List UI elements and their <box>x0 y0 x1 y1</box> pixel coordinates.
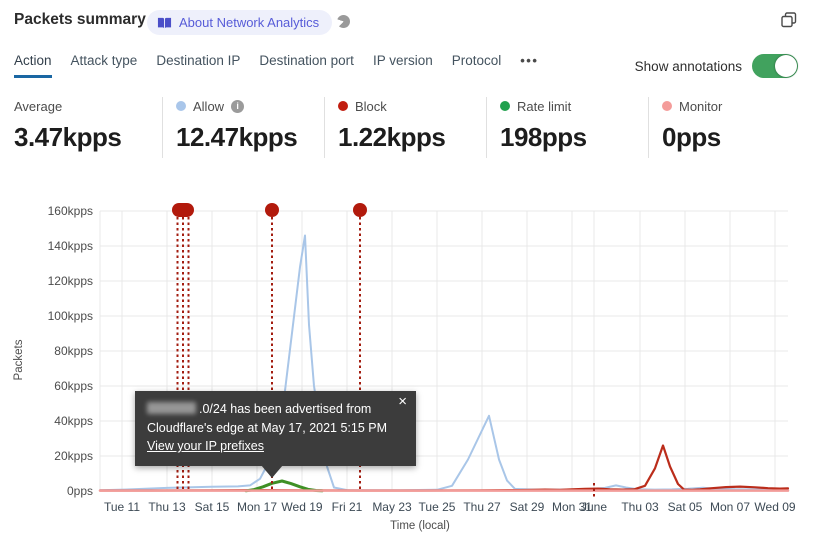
stat-label: Monitor <box>679 98 723 114</box>
rate-limit-legend-dot-icon <box>500 101 510 111</box>
popout-icon[interactable] <box>781 12 797 28</box>
allow-legend-dot-icon <box>176 101 186 111</box>
x-axis-title: Time (local) <box>390 520 450 532</box>
stat-value: 12.47kpps <box>176 122 298 152</box>
x-tick-label: Sat 29 <box>510 500 545 514</box>
x-tick-label: Wed 19 <box>281 500 322 514</box>
x-tick-label: June <box>581 500 607 514</box>
x-tick-label: Sat 05 <box>668 500 703 514</box>
block-legend-dot-icon <box>338 101 348 111</box>
annotation-marker-dot[interactable] <box>353 203 367 217</box>
stat-divider <box>486 97 487 158</box>
y-tick-label: 60kpps <box>54 379 93 393</box>
tooltip-caret <box>261 464 283 478</box>
x-tick-label: Wed 09 <box>754 500 795 514</box>
stat-label: Block <box>355 98 387 114</box>
packets-chart[interactable]: 0pps 20kpps 40kpps 60kpps 80kpps 100kpps 120kp… <box>0 190 816 545</box>
y-axis-title: Packets <box>13 339 25 380</box>
stat-value: 198pps <box>500 122 587 152</box>
show-annotations-control: Show annotations <box>635 54 798 78</box>
book-icon <box>157 17 172 28</box>
page-title: Packets summary <box>14 11 146 28</box>
y-tick-label: 100kpps <box>48 309 93 323</box>
x-tick-label: Mon 17 <box>237 500 277 514</box>
tab-bar: Action Attack type Destination IP Destinati… <box>14 53 538 78</box>
tab-action[interactable]: Action <box>14 53 52 78</box>
show-annotations-toggle[interactable] <box>752 54 798 78</box>
monitor-legend-dot-icon <box>662 101 672 111</box>
x-tick-label: Tue 25 <box>419 500 456 514</box>
view-ip-prefixes-link[interactable]: View your IP prefixes <box>147 439 264 453</box>
tab-protocol[interactable]: Protocol <box>452 53 502 78</box>
more-tabs-button[interactable]: ••• <box>520 53 538 78</box>
stat-divider <box>324 97 325 158</box>
x-tick-label: Sat 15 <box>195 500 230 514</box>
about-network-analytics-badge[interactable]: About Network Analytics <box>147 10 333 35</box>
x-tick-label: Thu 03 <box>621 500 659 514</box>
annotation-tooltip: × .0/24 has been advertised from Cloudfl… <box>135 391 416 478</box>
y-tick-label: 0pps <box>67 484 93 498</box>
badge-label: About Network Analytics <box>179 15 320 30</box>
x-tick-label: Thu 13 <box>148 500 186 514</box>
y-tick-label: 160kpps <box>48 204 93 218</box>
y-tick-label: 80kpps <box>54 344 93 358</box>
annotation-marker-dot[interactable] <box>265 203 279 217</box>
stat-value: 0pps <box>662 122 721 152</box>
stat-monitor: Monitor 0pps <box>662 97 722 153</box>
info-icon[interactable]: i <box>231 99 245 113</box>
tooltip-line-1: .0/24 has been advertised from <box>147 400 404 419</box>
stat-label: Rate limit <box>517 98 572 114</box>
x-tick-label: Fri 21 <box>332 500 363 514</box>
stat-value: 1.22kpps <box>338 122 446 152</box>
stat-value: 3.47kpps <box>14 122 122 152</box>
y-tick-label: 20kpps <box>54 449 93 463</box>
tab-attack-type[interactable]: Attack type <box>71 53 138 78</box>
tab-destination-ip[interactable]: Destination IP <box>156 53 240 78</box>
y-tick-label: 120kpps <box>48 274 93 288</box>
stat-average: Average 3.47kpps <box>14 97 122 153</box>
x-tick-label: Tue 11 <box>104 500 140 514</box>
x-tick-label: Thu 27 <box>463 500 501 514</box>
stat-divider <box>648 97 649 158</box>
y-tick-label: 140kpps <box>48 239 93 253</box>
tooltip-line-2: Cloudflare's edge at May 17, 2021 5:15 P… <box>147 420 388 435</box>
stat-rate-limit: Rate limit 198pps <box>500 97 587 153</box>
close-icon[interactable]: × <box>398 394 407 409</box>
show-annotations-label: Show annotations <box>634 58 742 74</box>
x-tick-label: May 23 <box>372 500 412 514</box>
y-tick-label: 40kpps <box>54 414 93 428</box>
pie-spinner-icon <box>337 15 350 28</box>
stat-label: Average <box>14 98 63 114</box>
stat-divider <box>162 97 163 158</box>
toggle-knob <box>775 55 797 77</box>
stat-label: Allow <box>193 98 225 114</box>
redacted-ip-prefix <box>147 402 196 414</box>
annotation-marker-pill[interactable] <box>172 203 194 217</box>
tab-ip-version[interactable]: IP version <box>373 53 433 78</box>
x-tick-label: Mon 07 <box>710 500 750 514</box>
stat-block: Block 1.22kpps <box>338 97 446 153</box>
stat-allow: Allow i 12.47kpps <box>176 97 298 153</box>
tab-destination-port[interactable]: Destination port <box>259 53 354 78</box>
